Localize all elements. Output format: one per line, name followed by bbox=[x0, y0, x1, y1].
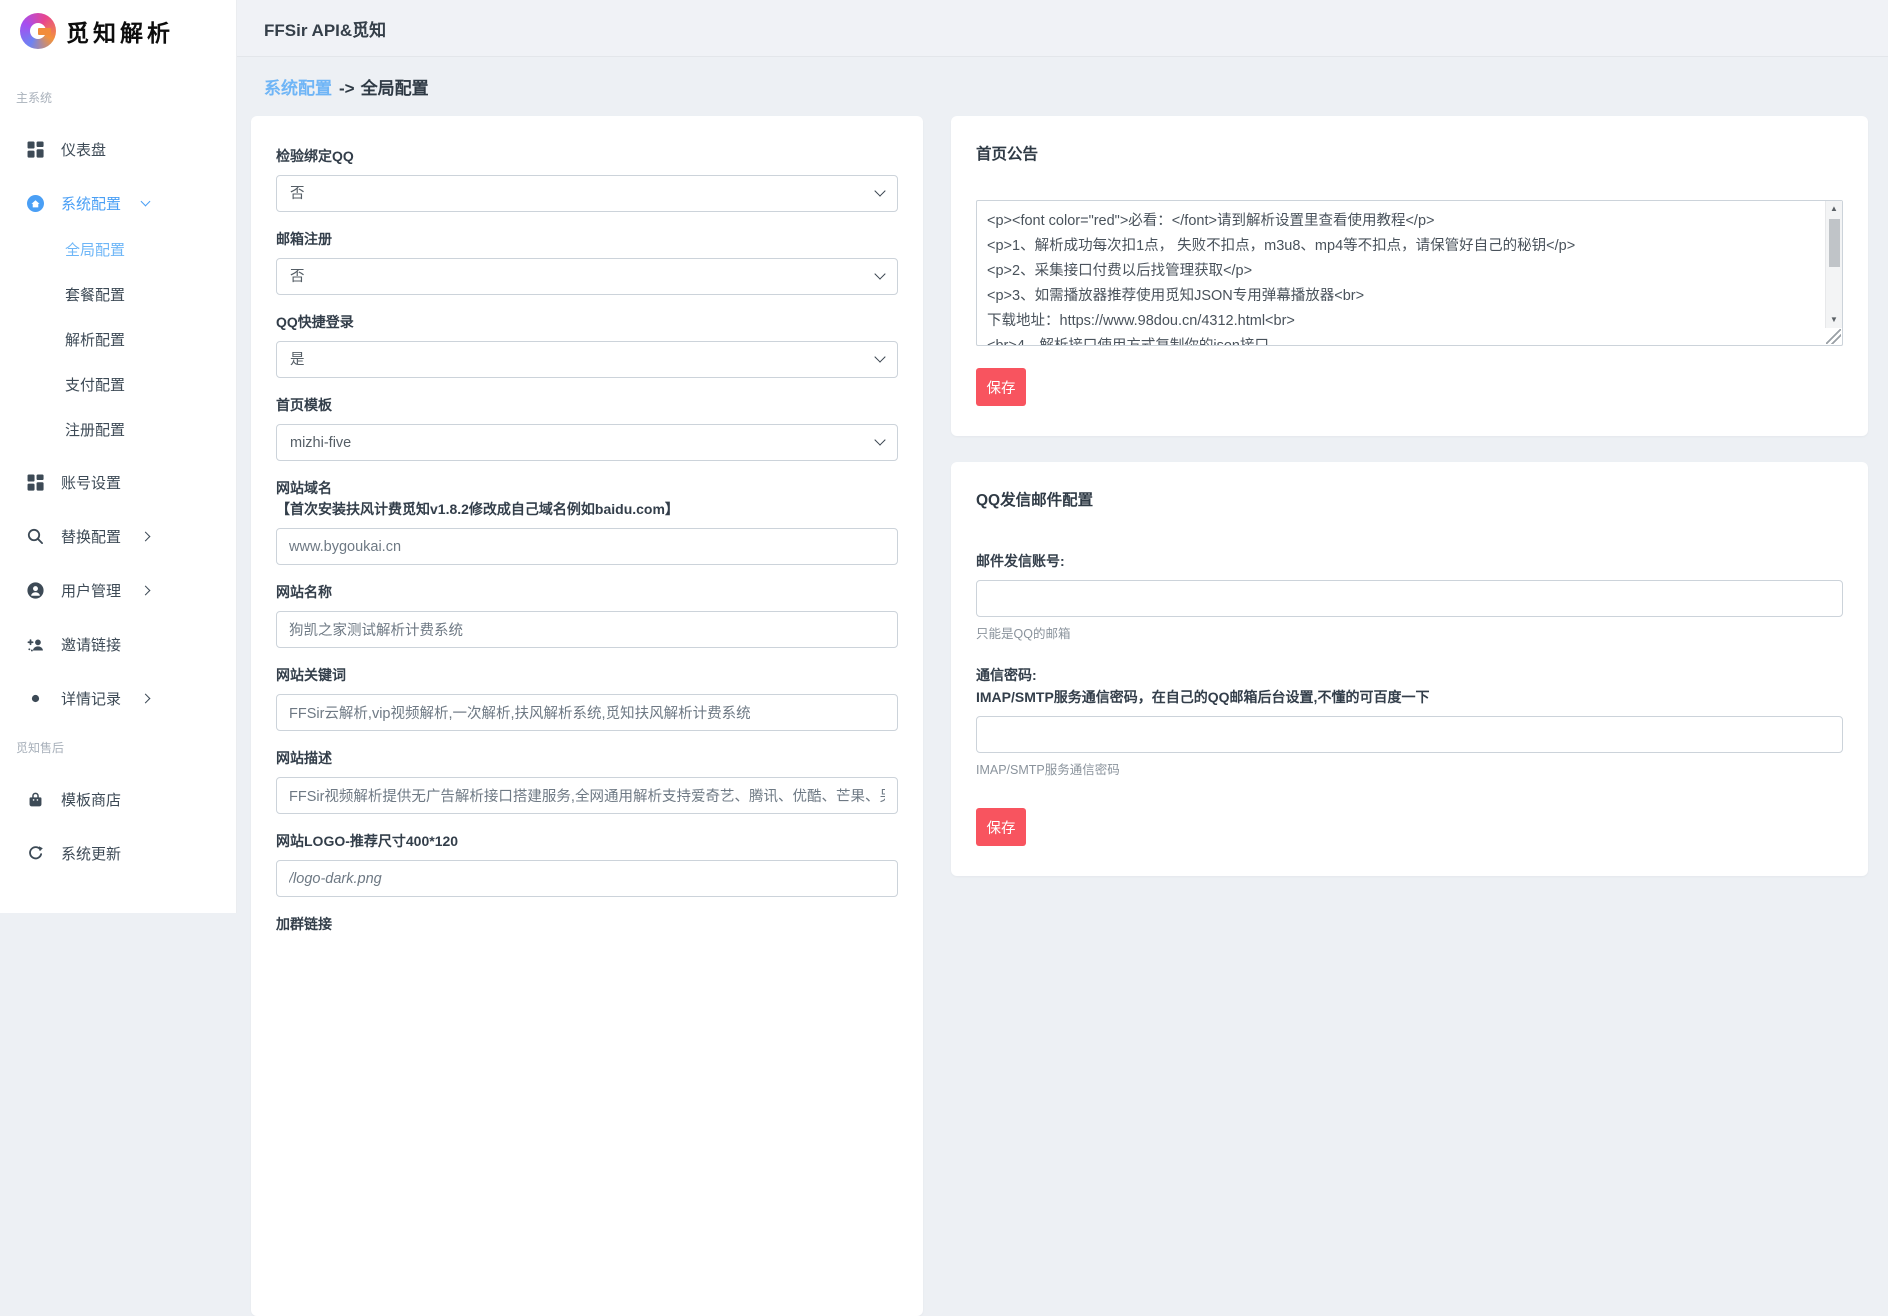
sidebar-subitem-register-config[interactable]: 注册配置 bbox=[0, 419, 236, 439]
breadcrumb-separator: -> bbox=[339, 79, 355, 98]
sidebar-item-system-config[interactable]: 系统配置 bbox=[0, 192, 236, 214]
breadcrumb: 系统配置 -> 全局配置 bbox=[237, 57, 1888, 115]
site-description-label: 网站描述 bbox=[276, 748, 898, 769]
user-circle-icon bbox=[27, 582, 44, 599]
sidebar-subitem-pay-config[interactable]: 支付配置 bbox=[0, 374, 236, 394]
home-template-label: 首页模板 bbox=[276, 395, 898, 416]
group-link-label: 加群链接 bbox=[276, 914, 898, 935]
dashboard-grid-icon bbox=[27, 141, 44, 158]
page-title: FFSir API&觅知 bbox=[264, 16, 386, 41]
mail-account-input[interactable] bbox=[976, 580, 1843, 617]
qq-bind-label: 检验绑定QQ bbox=[276, 146, 898, 167]
qq-quick-login-label: QQ快捷登录 bbox=[276, 312, 898, 333]
sidebar-item-label: 用户管理 bbox=[61, 580, 121, 601]
mail-password-help: IMAP/SMTP服务通信密码 bbox=[976, 759, 1843, 778]
resize-grip-icon[interactable] bbox=[1826, 329, 1841, 344]
sidebar-item-label: 详情记录 bbox=[61, 688, 121, 709]
site-logo-label: 网站LOGO-推荐尺寸400*120 bbox=[276, 831, 898, 852]
sidebar-subitem-parse-config[interactable]: 解析配置 bbox=[0, 329, 236, 349]
shopping-bag-icon bbox=[27, 791, 44, 808]
qq-quick-login-select[interactable]: 是 bbox=[276, 341, 898, 378]
sidebar-item-label: 账号设置 bbox=[61, 472, 121, 493]
sidebar-item-label: 邀请链接 bbox=[61, 634, 121, 655]
sidebar-item-detail-records[interactable]: 详情记录 bbox=[0, 687, 236, 709]
sidebar-item-label: 模板商店 bbox=[61, 789, 121, 810]
sidebar-item-label: 系统配置 bbox=[61, 193, 121, 214]
site-name-label: 网站名称 bbox=[276, 582, 898, 603]
search-replace-icon bbox=[27, 528, 44, 545]
breadcrumb-current: 全局配置 bbox=[361, 79, 429, 98]
site-domain-hint: 【首次安装扶风计费觅知v1.8.2修改成自己域名例如baidu.com】 bbox=[276, 499, 898, 520]
scrollbar-thumb[interactable] bbox=[1829, 219, 1840, 267]
sidebar-item-invite-link[interactable]: 邀请链接 bbox=[0, 633, 236, 655]
mail-password-hint: IMAP/SMTP服务通信密码，在自己的QQ邮箱后台设置,不懂的可百度一下 bbox=[976, 686, 1843, 708]
global-config-card: 检验绑定QQ 否 邮箱注册 否 QQ快捷登录 是 bbox=[251, 116, 923, 1316]
scroll-up-icon[interactable]: ▲ bbox=[1826, 201, 1842, 217]
top-header: FFSir API&觅知 bbox=[237, 0, 1888, 57]
sidebar-subitem-global-config[interactable]: 全局配置 bbox=[0, 239, 236, 259]
site-domain-label: 网站域名 【首次安装扶风计费觅知v1.8.2修改成自己域名例如baidu.com… bbox=[276, 478, 898, 520]
site-name-input[interactable] bbox=[276, 611, 898, 648]
sidebar-item-replace-config[interactable]: 替换配置 bbox=[0, 525, 236, 547]
site-domain-input[interactable] bbox=[276, 528, 898, 565]
sidebar-item-label: 仪表盘 bbox=[61, 139, 106, 160]
home-circle-icon bbox=[27, 195, 44, 212]
logo-text: 觅知解析 bbox=[66, 14, 174, 48]
dot-icon bbox=[27, 690, 44, 707]
sidebar-section-main-label: 主系统 bbox=[16, 89, 236, 106]
account-grid-icon bbox=[27, 474, 44, 491]
sidebar-item-dashboard[interactable]: 仪表盘 bbox=[0, 138, 236, 160]
sidebar-item-system-update[interactable]: 系统更新 bbox=[0, 842, 236, 864]
scroll-down-icon[interactable]: ▼ bbox=[1826, 312, 1842, 328]
sidebar-item-label: 系统更新 bbox=[61, 843, 121, 864]
chevron-down-icon bbox=[141, 196, 151, 206]
announcement-title: 首页公告 bbox=[976, 142, 1843, 164]
sidebar: 觅知解析 主系统 仪表盘 系统配置 全局配置 套餐配置 解析配置 支付配置 注册… bbox=[0, 0, 237, 913]
logo[interactable]: 觅知解析 bbox=[0, 0, 236, 59]
announcement-save-button[interactable]: 保存 bbox=[976, 368, 1026, 406]
home-template-select[interactable]: mizhi-five bbox=[276, 424, 898, 461]
email-register-select[interactable]: 否 bbox=[276, 258, 898, 295]
logo-g-icon bbox=[20, 13, 56, 49]
site-description-input[interactable] bbox=[276, 777, 898, 814]
sidebar-item-label: 替换配置 bbox=[61, 526, 121, 547]
sidebar-subitem-package-config[interactable]: 套餐配置 bbox=[0, 284, 236, 304]
breadcrumb-parent-link[interactable]: 系统配置 bbox=[264, 79, 332, 98]
announcement-textarea[interactable]: <p><font color="red">必看：</font>请到解析设置里查看… bbox=[976, 200, 1843, 346]
site-keywords-input[interactable] bbox=[276, 694, 898, 731]
qq-bind-select[interactable]: 否 bbox=[276, 175, 898, 212]
chevron-right-icon bbox=[141, 693, 151, 703]
sidebar-item-account-settings[interactable]: 账号设置 bbox=[0, 471, 236, 493]
email-register-label: 邮箱注册 bbox=[276, 229, 898, 250]
qq-mail-save-button[interactable]: 保存 bbox=[976, 808, 1026, 846]
refresh-icon bbox=[27, 845, 44, 862]
announcement-card: 首页公告 <p><font color="red">必看：</font>请到解析… bbox=[951, 116, 1868, 436]
chevron-right-icon bbox=[141, 531, 151, 541]
site-logo-input[interactable] bbox=[276, 860, 898, 897]
qq-mail-card: QQ发信邮件配置 邮件发信账号: 只能是QQ的邮箱 通信密码: IMAP/SMT… bbox=[951, 462, 1868, 876]
mail-account-label: 邮件发信账号: bbox=[976, 550, 1843, 572]
sidebar-section-after-label: 觅知售后 bbox=[16, 739, 236, 756]
invite-user-icon bbox=[27, 636, 44, 653]
mail-password-input[interactable] bbox=[976, 716, 1843, 753]
site-keywords-label: 网站关键词 bbox=[276, 665, 898, 686]
sidebar-item-template-store[interactable]: 模板商店 bbox=[0, 788, 236, 810]
qq-mail-title: QQ发信邮件配置 bbox=[976, 488, 1843, 510]
mail-password-label: 通信密码: IMAP/SMTP服务通信密码，在自己的QQ邮箱后台设置,不懂的可百… bbox=[976, 664, 1843, 708]
sidebar-item-user-management[interactable]: 用户管理 bbox=[0, 579, 236, 601]
textarea-scrollbar[interactable]: ▲ ▼ bbox=[1825, 201, 1842, 328]
chevron-right-icon bbox=[141, 585, 151, 595]
mail-account-help: 只能是QQ的邮箱 bbox=[976, 623, 1843, 642]
